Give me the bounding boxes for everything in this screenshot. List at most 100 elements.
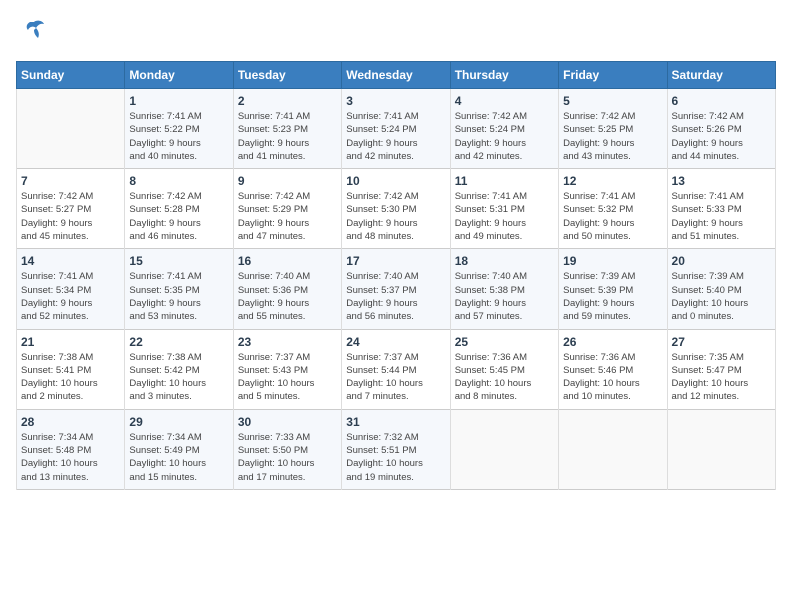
day-cell: 16Sunrise: 7:40 AMSunset: 5:36 PMDayligh… bbox=[233, 249, 341, 329]
day-info: Sunrise: 7:34 AMSunset: 5:48 PMDaylight:… bbox=[21, 431, 120, 484]
day-cell: 15 Sunrise: 7:41 AMSunset: 5:35 PMDayligh… bbox=[125, 249, 233, 329]
day-info: Sunrise: 7:42 AMSunset: 5:25 PMDaylight:… bbox=[563, 110, 662, 163]
day-cell: 17 Sunrise: 7:40 AMSunset: 5:37 PMDayligh… bbox=[342, 249, 450, 329]
day-cell bbox=[450, 409, 558, 489]
day-info: Sunrise: 7:32 AMSunset: 5:51 PMDaylight:… bbox=[346, 431, 445, 484]
day-header-tuesday: Tuesday bbox=[233, 62, 341, 89]
day-cell: 6Sunrise: 7:42 AMSunset: 5:26 PMDaylight… bbox=[667, 89, 775, 169]
day-cell: 27 Sunrise: 7:35 AMSunset: 5:47 PMDayligh… bbox=[667, 329, 775, 409]
day-number: 27 bbox=[672, 335, 771, 349]
day-cell: 4 Sunrise: 7:42 AMSunset: 5:24 PMDaylight… bbox=[450, 89, 558, 169]
day-cell bbox=[17, 89, 125, 169]
day-info: Sunrise: 7:42 AMSunset: 5:24 PMDaylight:… bbox=[455, 110, 554, 163]
day-number: 28 bbox=[21, 415, 120, 429]
day-number: 17 bbox=[346, 254, 445, 268]
day-number: 10 bbox=[346, 174, 445, 188]
day-number: 31 bbox=[346, 415, 445, 429]
day-number: 23 bbox=[238, 335, 337, 349]
day-cell: 14 Sunrise: 7:41 AMSunset: 5:34 PMDayligh… bbox=[17, 249, 125, 329]
day-cell: 24Sunrise: 7:37 AMSunset: 5:44 PMDayligh… bbox=[342, 329, 450, 409]
day-header-friday: Friday bbox=[559, 62, 667, 89]
week-row-3: 14 Sunrise: 7:41 AMSunset: 5:34 PMDayligh… bbox=[17, 249, 776, 329]
day-number: 4 bbox=[455, 94, 554, 108]
day-header-thursday: Thursday bbox=[450, 62, 558, 89]
day-info: Sunrise: 7:35 AMSunset: 5:47 PMDaylight:… bbox=[672, 351, 771, 404]
day-cell: 11 Sunrise: 7:41 AMSunset: 5:31 PMDayligh… bbox=[450, 169, 558, 249]
day-cell: 8 Sunrise: 7:42 AMSunset: 5:28 PMDaylight… bbox=[125, 169, 233, 249]
day-number: 30 bbox=[238, 415, 337, 429]
day-number: 8 bbox=[129, 174, 228, 188]
day-cell: 29 Sunrise: 7:34 AMSunset: 5:49 PMDayligh… bbox=[125, 409, 233, 489]
day-number: 29 bbox=[129, 415, 228, 429]
day-cell: 25 Sunrise: 7:36 AMSunset: 5:45 PMDayligh… bbox=[450, 329, 558, 409]
day-cell: 28 Sunrise: 7:34 AMSunset: 5:48 PMDayligh… bbox=[17, 409, 125, 489]
day-number: 25 bbox=[455, 335, 554, 349]
day-cell: 18 Sunrise: 7:40 AMSunset: 5:38 PMDayligh… bbox=[450, 249, 558, 329]
day-info: Sunrise: 7:41 AMSunset: 5:23 PMDaylight:… bbox=[238, 110, 337, 163]
day-number: 20 bbox=[672, 254, 771, 268]
day-number: 7 bbox=[21, 174, 120, 188]
day-cell: 3Sunrise: 7:41 AMSunset: 5:24 PMDaylight… bbox=[342, 89, 450, 169]
day-info: Sunrise: 7:34 AMSunset: 5:49 PMDaylight:… bbox=[129, 431, 228, 484]
week-row-2: 7 Sunrise: 7:42 AMSunset: 5:27 PMDaylight… bbox=[17, 169, 776, 249]
day-info: Sunrise: 7:42 AMSunset: 5:26 PMDaylight:… bbox=[672, 110, 771, 163]
day-number: 1 bbox=[129, 94, 228, 108]
day-cell: 7 Sunrise: 7:42 AMSunset: 5:27 PMDaylight… bbox=[17, 169, 125, 249]
day-info: Sunrise: 7:42 AMSunset: 5:28 PMDaylight:… bbox=[129, 190, 228, 243]
calendar-table: SundayMondayTuesdayWednesdayThursdayFrid… bbox=[16, 61, 776, 490]
day-number: 19 bbox=[563, 254, 662, 268]
day-info: Sunrise: 7:41 AMSunset: 5:24 PMDaylight:… bbox=[346, 110, 445, 163]
day-cell: 9 Sunrise: 7:42 AMSunset: 5:29 PMDaylight… bbox=[233, 169, 341, 249]
day-info: Sunrise: 7:41 AMSunset: 5:22 PMDaylight:… bbox=[129, 110, 228, 163]
day-cell: 23Sunrise: 7:37 AMSunset: 5:43 PMDayligh… bbox=[233, 329, 341, 409]
day-cell bbox=[559, 409, 667, 489]
day-number: 9 bbox=[238, 174, 337, 188]
day-number: 26 bbox=[563, 335, 662, 349]
day-cell: 13Sunrise: 7:41 AMSunset: 5:33 PMDayligh… bbox=[667, 169, 775, 249]
day-header-monday: Monday bbox=[125, 62, 233, 89]
day-cell: 30Sunrise: 7:33 AMSunset: 5:50 PMDayligh… bbox=[233, 409, 341, 489]
header bbox=[16, 16, 776, 49]
day-number: 15 bbox=[129, 254, 228, 268]
day-cell: 20Sunrise: 7:39 AMSunset: 5:40 PMDayligh… bbox=[667, 249, 775, 329]
day-info: Sunrise: 7:41 AMSunset: 5:31 PMDaylight:… bbox=[455, 190, 554, 243]
day-header-saturday: Saturday bbox=[667, 62, 775, 89]
logo bbox=[16, 16, 48, 49]
header-row: SundayMondayTuesdayWednesdayThursdayFrid… bbox=[17, 62, 776, 89]
week-row-5: 28 Sunrise: 7:34 AMSunset: 5:48 PMDayligh… bbox=[17, 409, 776, 489]
day-info: Sunrise: 7:38 AMSunset: 5:42 PMDaylight:… bbox=[129, 351, 228, 404]
day-cell: 22 Sunrise: 7:38 AMSunset: 5:42 PMDayligh… bbox=[125, 329, 233, 409]
day-info: Sunrise: 7:42 AMSunset: 5:29 PMDaylight:… bbox=[238, 190, 337, 243]
day-cell: 19Sunrise: 7:39 AMSunset: 5:39 PMDayligh… bbox=[559, 249, 667, 329]
day-number: 5 bbox=[563, 94, 662, 108]
day-info: Sunrise: 7:40 AMSunset: 5:38 PMDaylight:… bbox=[455, 270, 554, 323]
day-cell: 1 Sunrise: 7:41 AMSunset: 5:22 PMDaylight… bbox=[125, 89, 233, 169]
day-cell: 21 Sunrise: 7:38 AMSunset: 5:41 PMDayligh… bbox=[17, 329, 125, 409]
day-info: Sunrise: 7:40 AMSunset: 5:37 PMDaylight:… bbox=[346, 270, 445, 323]
week-row-4: 21 Sunrise: 7:38 AMSunset: 5:41 PMDayligh… bbox=[17, 329, 776, 409]
day-cell: 31 Sunrise: 7:32 AMSunset: 5:51 PMDayligh… bbox=[342, 409, 450, 489]
page-container: SundayMondayTuesdayWednesdayThursdayFrid… bbox=[0, 0, 792, 498]
day-cell bbox=[667, 409, 775, 489]
day-info: Sunrise: 7:41 AMSunset: 5:34 PMDaylight:… bbox=[21, 270, 120, 323]
day-number: 21 bbox=[21, 335, 120, 349]
day-info: Sunrise: 7:36 AMSunset: 5:45 PMDaylight:… bbox=[455, 351, 554, 404]
day-number: 13 bbox=[672, 174, 771, 188]
day-number: 24 bbox=[346, 335, 445, 349]
day-info: Sunrise: 7:42 AMSunset: 5:27 PMDaylight:… bbox=[21, 190, 120, 243]
day-number: 18 bbox=[455, 254, 554, 268]
week-row-1: 1 Sunrise: 7:41 AMSunset: 5:22 PMDaylight… bbox=[17, 89, 776, 169]
day-header-sunday: Sunday bbox=[17, 62, 125, 89]
day-info: Sunrise: 7:36 AMSunset: 5:46 PMDaylight:… bbox=[563, 351, 662, 404]
day-number: 14 bbox=[21, 254, 120, 268]
day-number: 11 bbox=[455, 174, 554, 188]
logo-bird-icon bbox=[20, 16, 48, 49]
day-info: Sunrise: 7:38 AMSunset: 5:41 PMDaylight:… bbox=[21, 351, 120, 404]
day-info: Sunrise: 7:41 AMSunset: 5:32 PMDaylight:… bbox=[563, 190, 662, 243]
day-number: 22 bbox=[129, 335, 228, 349]
day-info: Sunrise: 7:41 AMSunset: 5:35 PMDaylight:… bbox=[129, 270, 228, 323]
day-cell: 10Sunrise: 7:42 AMSunset: 5:30 PMDayligh… bbox=[342, 169, 450, 249]
day-number: 12 bbox=[563, 174, 662, 188]
day-cell: 5 Sunrise: 7:42 AMSunset: 5:25 PMDaylight… bbox=[559, 89, 667, 169]
day-cell: 26 Sunrise: 7:36 AMSunset: 5:46 PMDayligh… bbox=[559, 329, 667, 409]
